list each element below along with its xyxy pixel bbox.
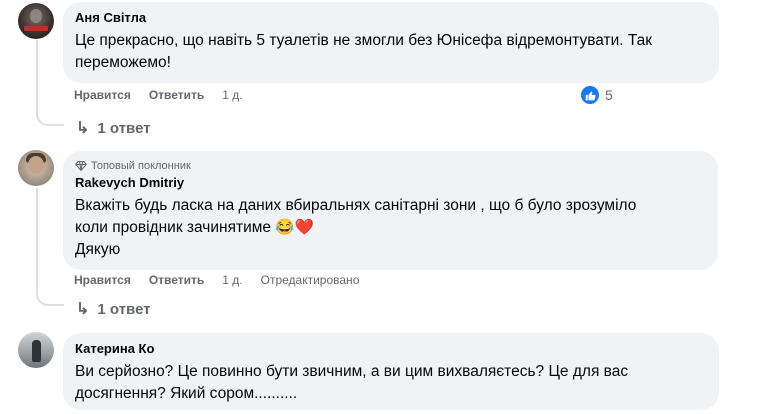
comment-actions: Нравится Ответить 1 д. Отредактировано — [74, 273, 359, 287]
comment-line: Це прекрасно, що навіть 5 туалетів не зм… — [75, 32, 653, 49]
timestamp[interactable]: 1 д. — [222, 88, 242, 102]
comment-line: Ви серйозно? Це повинно бути звичним, а … — [75, 363, 629, 380]
reaction-summary[interactable]: 5 — [581, 86, 613, 104]
replies-label: 1 ответ — [97, 119, 151, 137]
avatar[interactable] — [18, 150, 54, 186]
comment-author[interactable]: Rakevych Dmitriy — [75, 175, 706, 191]
comment-line: Вкажіть будь ласка на даних вбиральнях с… — [75, 197, 637, 214]
reply-button[interactable]: Ответить — [149, 88, 204, 102]
replies-label: 1 ответ — [97, 300, 151, 318]
comment-bubble: Аня Світла Це прекрасно, що навіть 5 туа… — [63, 2, 719, 83]
comment-text: Вкажіть будь ласка на даних вбиральнях с… — [75, 195, 706, 261]
comment-text: Ви серйозно? Це повинно бути звичним, а … — [75, 361, 707, 405]
like-icon — [581, 86, 599, 104]
reply-arrow-icon: ↳ — [76, 120, 90, 137]
avatar[interactable] — [18, 3, 54, 39]
comment-bubble: Топовый поклонник Rakevych Dmitriy Вкажі… — [63, 151, 718, 270]
top-fan-badge: Топовый поклонник — [75, 159, 706, 173]
comment-author[interactable]: Катерина Ко — [75, 341, 707, 357]
like-button[interactable]: Нравится — [74, 273, 131, 287]
view-replies-button[interactable]: ↳ 1 ответ — [76, 118, 151, 138]
reaction-count: 5 — [605, 87, 613, 103]
reply-button[interactable]: Ответить — [149, 273, 204, 287]
comment-line: коли провідник зачинятиме 😂❤️ — [75, 219, 314, 236]
reply-arrow-icon: ↳ — [76, 301, 90, 318]
view-replies-button[interactable]: ↳ 1 ответ — [76, 299, 151, 319]
comment-line: переможемо! — [75, 54, 171, 71]
badge-label: Топовый поклонник — [91, 160, 191, 172]
edited-label[interactable]: Отредактировано — [261, 273, 360, 287]
avatar[interactable] — [18, 332, 54, 368]
comment-line: Дякую — [75, 241, 121, 258]
comment-text: Це прекрасно, що навіть 5 туалетів не зм… — [75, 30, 707, 74]
like-button[interactable]: Нравится — [74, 88, 131, 102]
thread-line — [36, 188, 64, 306]
diamond-icon — [75, 160, 87, 172]
comment-actions: Нравится Ответить 1 д. — [74, 88, 261, 102]
comment-author[interactable]: Аня Світла — [75, 10, 707, 26]
timestamp[interactable]: 1 д. — [222, 273, 242, 287]
comment-line: досягнення? Який сором.......... — [75, 385, 298, 402]
comment-bubble: Катерина Ко Ви серйозно? Це повинно бути… — [63, 333, 719, 410]
thread-line — [36, 40, 64, 126]
